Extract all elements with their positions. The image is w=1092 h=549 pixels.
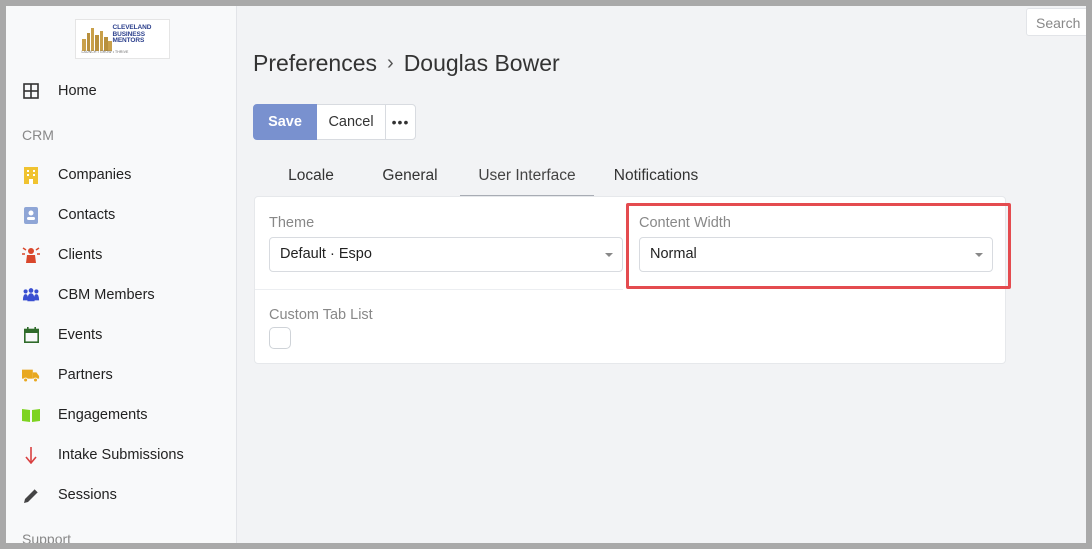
sidebar-item-sessions[interactable]: Sessions: [6, 477, 237, 513]
sidebar-item-label: Partners: [58, 367, 113, 383]
theme-label: Theme: [269, 215, 315, 231]
logo-line-3: MENTORS: [112, 37, 145, 44]
tab-general[interactable]: General: [367, 161, 453, 197]
sidebar-item-contacts[interactable]: Contacts: [6, 197, 237, 233]
sidebar-item-cbm-members[interactable]: CBM Members: [6, 277, 237, 313]
building-icon: [22, 166, 40, 184]
pencil-icon: [22, 486, 40, 504]
logo-tagline: LAUNCH • GROW • THRIVE: [81, 50, 129, 54]
sidebar-item-label: Companies: [58, 167, 132, 183]
sidebar-item-label: CBM Members: [58, 287, 155, 303]
caret-down-icon: [605, 253, 613, 257]
calendar-icon: [22, 326, 40, 344]
sidebar-item-events[interactable]: Events: [6, 317, 237, 353]
cancel-button[interactable]: Cancel: [317, 104, 385, 140]
book-icon: [22, 406, 40, 424]
sidebar-item-label: Engagements: [58, 407, 148, 423]
skyline-logo-icon: [81, 28, 112, 51]
tab-locale[interactable]: Locale: [268, 161, 354, 197]
sidebar-item-label: Clients: [58, 247, 103, 263]
sidebar-item-home[interactable]: Home: [6, 73, 237, 109]
tab-user-interface[interactable]: User Interface: [460, 161, 594, 197]
truck-icon: [22, 366, 40, 384]
arrow-down-icon: [22, 446, 40, 464]
custom-tab-list-label: Custom Tab List: [269, 307, 373, 323]
breadcrumb: Preferences › Douglas Bower: [253, 50, 560, 77]
group-icon: [22, 286, 40, 304]
sidebar-item-label: Events: [58, 327, 103, 343]
theme-select[interactable]: Default · Espo: [269, 237, 623, 272]
company-logo[interactable]: CLEVELAND BUSINESS MENTORS LAUNCH • GROW…: [75, 19, 170, 59]
sidebar-section-crm: CRM: [22, 127, 54, 143]
sidebar-item-companies[interactable]: Companies: [6, 157, 237, 193]
ellipsis-icon: •••: [391, 114, 410, 130]
highlight-box: [626, 203, 1011, 289]
search-input[interactable]: Search: [1026, 8, 1086, 36]
sidebar-item-partners[interactable]: Partners: [6, 357, 237, 393]
grid-icon: [22, 82, 40, 100]
sidebar-item-intake-submissions[interactable]: Intake Submissions: [6, 437, 237, 473]
contact-card-icon: [22, 206, 40, 224]
divider: [255, 289, 623, 290]
more-actions-button[interactable]: •••: [385, 104, 416, 140]
sidebar-item-clients[interactable]: Clients: [6, 237, 237, 273]
save-button[interactable]: Save: [253, 104, 317, 140]
action-toolbar: Save Cancel •••: [253, 104, 416, 140]
page-title: Douglas Bower: [403, 50, 560, 76]
breadcrumb-parent-link[interactable]: Preferences: [253, 50, 377, 77]
sidebar-item-label: Sessions: [58, 487, 117, 503]
breadcrumb-separator: ›: [387, 52, 394, 74]
theme-select-value: Default · Espo: [280, 246, 372, 262]
tab-notifications[interactable]: Notifications: [602, 161, 710, 197]
custom-tab-list-checkbox[interactable]: [269, 327, 291, 349]
sidebar: CLEVELAND BUSINESS MENTORS LAUNCH • GROW…: [6, 6, 237, 543]
sidebar-item-engagements[interactable]: Engagements: [6, 397, 237, 433]
sidebar-item-label: Intake Submissions: [58, 447, 184, 463]
sidebar-section-support: Support: [22, 531, 72, 543]
person-alert-icon: [22, 246, 40, 264]
app-window: CLEVELAND BUSINESS MENTORS LAUNCH • GROW…: [6, 6, 1086, 543]
sidebar-item-label: Home: [58, 83, 97, 99]
sidebar-item-label: Contacts: [58, 207, 116, 223]
